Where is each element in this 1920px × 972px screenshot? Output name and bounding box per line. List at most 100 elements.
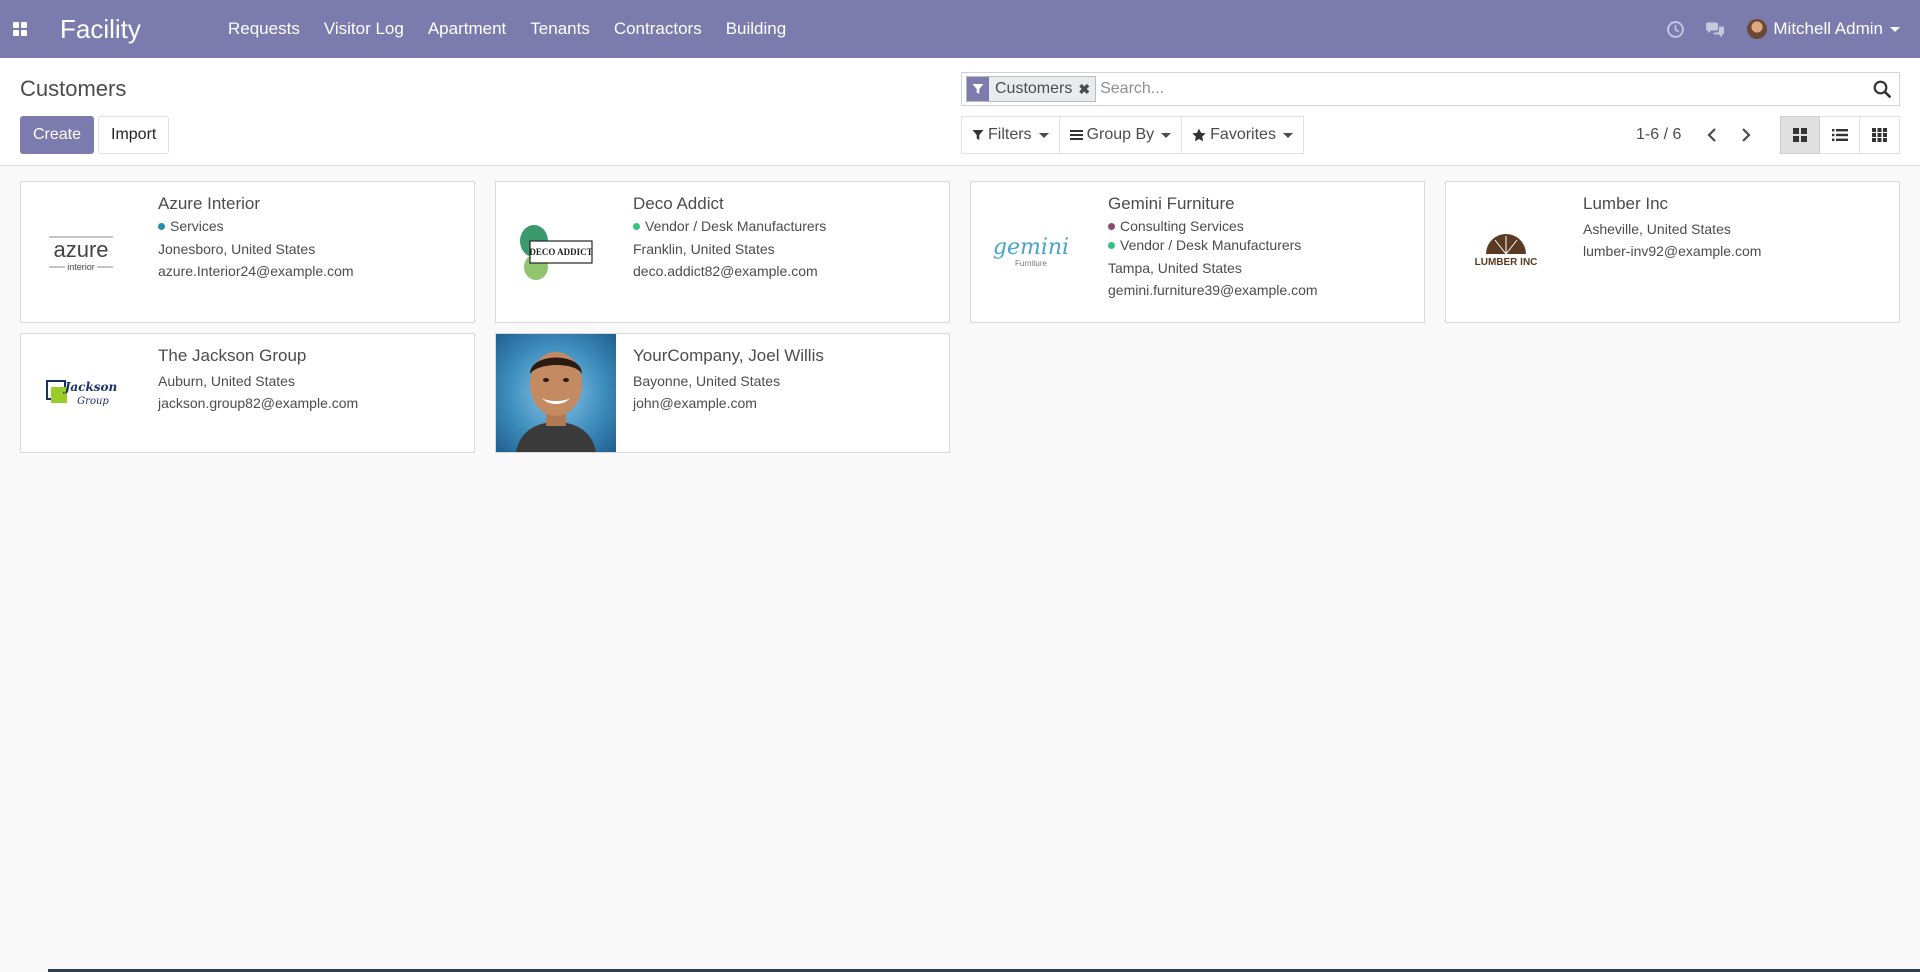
favorites-dropdown[interactable]: Favorites bbox=[1182, 116, 1304, 154]
company-logo: Jackson Group bbox=[21, 334, 141, 452]
menu-item-building[interactable]: Building bbox=[714, 0, 799, 58]
kanban-icon bbox=[1793, 128, 1807, 142]
search-facet: Customers ✖ bbox=[966, 76, 1097, 102]
chevron-down-icon bbox=[1282, 132, 1293, 138]
chevron-down-icon bbox=[1038, 132, 1049, 138]
view-switcher bbox=[1780, 116, 1900, 154]
list-icon bbox=[1831, 129, 1848, 141]
category-tag: Consulting Services bbox=[1108, 218, 1414, 234]
menu-item-apartment[interactable]: Apartment bbox=[416, 0, 518, 58]
card-email: lumber-inv92@example.com bbox=[1583, 243, 1762, 259]
card-title: Deco Addict bbox=[633, 194, 724, 213]
chat-icon bbox=[1706, 22, 1725, 37]
card-body: Deco Addict Vendor / Desk Manufacturers … bbox=[633, 194, 939, 279]
grid-icon bbox=[1872, 128, 1887, 142]
card-title: Gemini Furniture bbox=[1108, 194, 1235, 213]
tag-label: Vendor / Desk Manufacturers bbox=[645, 218, 827, 234]
facet-label: Customers bbox=[995, 80, 1073, 97]
chevron-down-icon bbox=[1890, 26, 1900, 32]
tag-label: Consulting Services bbox=[1120, 218, 1244, 234]
svg-text:interior: interior bbox=[67, 262, 95, 272]
kanban-card[interactable]: Jackson Group The Jackson Group Auburn, … bbox=[20, 333, 475, 453]
card-location: Bayonne, United States bbox=[633, 373, 781, 389]
menu-item-contractors[interactable]: Contractors bbox=[602, 0, 714, 58]
tag-label: Vendor / Desk Manufacturers bbox=[1120, 237, 1302, 253]
avatar bbox=[1747, 19, 1768, 39]
main-menu: Requests Visitor Log Apartment Tenants C… bbox=[216, 0, 798, 58]
category-tag: Vendor / Desk Manufacturers bbox=[1108, 237, 1414, 253]
card-body: Azure Interior Services Jonesboro, Unite… bbox=[158, 194, 464, 279]
facet-remove-icon[interactable]: ✖ bbox=[1078, 81, 1095, 98]
create-button[interactable]: Create bbox=[20, 116, 95, 154]
card-body: Lumber Inc Asheville, United States lumb… bbox=[1583, 194, 1889, 259]
card-title: Azure Interior bbox=[158, 194, 261, 213]
star-icon bbox=[1192, 128, 1206, 142]
person-photo bbox=[496, 334, 616, 452]
menu-item-visitor-log[interactable]: Visitor Log bbox=[312, 0, 416, 58]
search-button[interactable] bbox=[1869, 80, 1895, 98]
tag-color-dot bbox=[158, 222, 165, 230]
kanban-view-button[interactable] bbox=[1780, 116, 1820, 154]
card-title: The Jackson Group bbox=[158, 346, 307, 365]
menu-item-requests[interactable]: Requests bbox=[216, 0, 312, 58]
svg-text:Furniture: Furniture bbox=[1015, 259, 1048, 268]
card-location: Asheville, United States bbox=[1583, 221, 1731, 237]
search-input[interactable] bbox=[1100, 80, 1869, 98]
messaging-button[interactable] bbox=[1695, 0, 1735, 58]
category-tag: Vendor / Desk Manufacturers bbox=[633, 218, 939, 234]
kanban-card[interactable]: DECO ADDICT Deco Addict Vendor / Desk Ma… bbox=[495, 181, 950, 323]
chevron-down-icon bbox=[1161, 132, 1172, 138]
clock-icon bbox=[1666, 20, 1684, 38]
filter-icon bbox=[967, 77, 989, 101]
pager-value[interactable]: 1-6 / 6 bbox=[1636, 126, 1681, 144]
card-body: YourCompany, Joel Willis Bayonne, United… bbox=[633, 346, 939, 411]
card-email: azure.Interior24@example.com bbox=[158, 263, 354, 279]
pager: 1-6 / 6 bbox=[1636, 116, 1763, 154]
group-by-dropdown[interactable]: Group By bbox=[1059, 116, 1183, 154]
kanban-card[interactable]: LUMBER INC Lumber Inc Asheville, United … bbox=[1445, 181, 1900, 323]
app-brand[interactable]: Facility bbox=[60, 14, 216, 45]
search-options: Filters Group By Favorites bbox=[961, 116, 1304, 154]
card-location: Auburn, United States bbox=[158, 373, 295, 389]
tag-color-dot bbox=[1108, 241, 1115, 249]
svg-text:Jackson: Jackson bbox=[63, 380, 118, 394]
company-logo: gemini Furniture bbox=[971, 182, 1091, 322]
import-button[interactable]: Import bbox=[98, 116, 170, 154]
menu-item-tenants[interactable]: Tenants bbox=[518, 0, 602, 58]
navbar-systray: Mitchell Admin bbox=[1655, 0, 1920, 58]
filters-dropdown[interactable]: Filters bbox=[961, 116, 1060, 154]
card-location: Franklin, United States bbox=[633, 241, 775, 257]
favorites-label: Favorites bbox=[1210, 126, 1276, 143]
kanban-card[interactable]: YourCompany, Joel Willis Bayonne, United… bbox=[495, 333, 950, 453]
card-location: Jonesboro, United States bbox=[158, 241, 316, 257]
search-bar: Customers ✖ bbox=[961, 72, 1900, 106]
tag-color-dot bbox=[633, 222, 640, 230]
svg-text:gemini: gemini bbox=[993, 235, 1069, 260]
apps-menu-button[interactable] bbox=[0, 0, 40, 58]
user-menu[interactable]: Mitchell Admin bbox=[1735, 19, 1920, 39]
list-view-button[interactable] bbox=[1820, 116, 1860, 154]
filter-icon bbox=[972, 129, 984, 141]
kanban-card[interactable]: azure interior Azure Interior Services J… bbox=[20, 181, 475, 323]
company-logo: DECO ADDICT bbox=[496, 182, 616, 322]
svg-text:DECO ADDICT: DECO ADDICT bbox=[529, 247, 592, 257]
activity-button[interactable] bbox=[1655, 0, 1695, 58]
pager-previous-button[interactable] bbox=[1695, 116, 1729, 154]
tag-label: Services bbox=[170, 218, 224, 234]
pager-next-button[interactable] bbox=[1729, 116, 1763, 154]
svg-text:azure: azure bbox=[53, 237, 108, 262]
chevron-left-icon bbox=[1707, 128, 1717, 142]
bars-icon bbox=[1069, 129, 1083, 141]
grid-view-button[interactable] bbox=[1860, 116, 1900, 154]
card-body: The Jackson Group Auburn, United States … bbox=[158, 346, 464, 411]
card-title: Lumber Inc bbox=[1583, 194, 1669, 213]
search-icon bbox=[1873, 80, 1891, 98]
kanban-card[interactable]: gemini Furniture Gemini Furniture Consul… bbox=[970, 181, 1425, 323]
svg-text:LUMBER INC: LUMBER INC bbox=[1475, 257, 1538, 268]
chevron-right-icon bbox=[1742, 128, 1751, 142]
card-location: Tampa, United States bbox=[1108, 260, 1242, 276]
company-logo: LUMBER INC bbox=[1446, 182, 1566, 322]
company-logo: azure interior bbox=[21, 182, 141, 322]
tag-color-dot bbox=[1108, 222, 1115, 230]
user-name: Mitchell Admin bbox=[1773, 19, 1883, 38]
